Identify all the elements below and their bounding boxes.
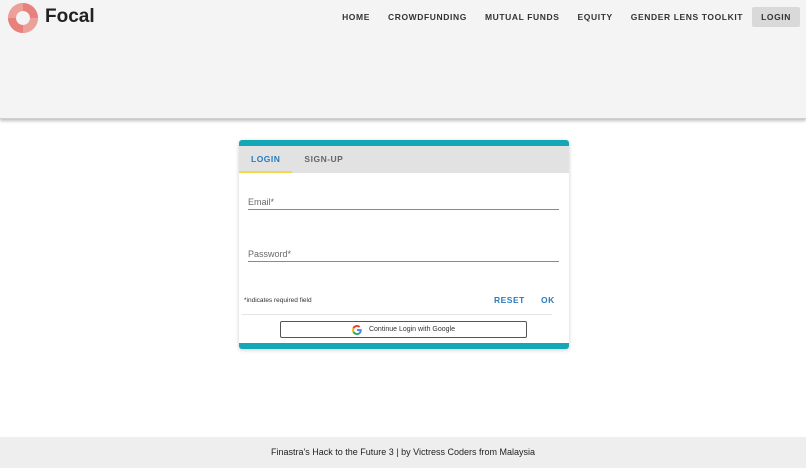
main-nav: HOME CROWDFUNDING MUTUAL FUNDS EQUITY GE… <box>333 7 800 27</box>
footer: Finastra's Hack to the Future 3 | by Vic… <box>0 437 806 468</box>
ok-button[interactable]: OK <box>541 295 555 305</box>
lifebuoy-logo-icon[interactable] <box>7 2 39 34</box>
required-field-note: *indicates required field <box>244 297 312 304</box>
brand-name[interactable]: Focal <box>45 6 95 28</box>
login-card: LOGIN SIGN-UP *indicates required field … <box>239 140 569 349</box>
nav-gender-lens-toolkit[interactable]: GENDER LENS TOOLKIT <box>622 7 752 27</box>
google-g-icon <box>351 324 362 335</box>
nav-home[interactable]: HOME <box>333 7 379 27</box>
password-input[interactable] <box>248 245 559 263</box>
tab-login[interactable]: LOGIN <box>239 146 293 173</box>
nav-login[interactable]: LOGIN <box>752 7 800 27</box>
email-field <box>248 192 559 211</box>
auth-tabs: LOGIN SIGN-UP <box>239 146 569 173</box>
reset-button[interactable]: RESET <box>494 295 525 305</box>
google-login-button[interactable]: Continue Login with Google <box>280 321 527 338</box>
password-field <box>248 244 559 263</box>
google-login-label: Continue Login with Google <box>368 326 455 333</box>
nav-mutual-funds[interactable]: MUTUAL FUNDS <box>476 7 569 27</box>
nav-crowdfunding[interactable]: CROWDFUNDING <box>379 7 476 27</box>
email-input[interactable] <box>248 193 559 211</box>
footer-text: Finastra's Hack to the Future 3 | by Vic… <box>271 447 535 457</box>
divider <box>242 314 552 315</box>
nav-equity[interactable]: EQUITY <box>569 7 622 27</box>
top-app-bar: Focal HOME CROWDFUNDING MUTUAL FUNDS EQU… <box>0 0 806 119</box>
tab-sign-up[interactable]: SIGN-UP <box>292 146 355 173</box>
